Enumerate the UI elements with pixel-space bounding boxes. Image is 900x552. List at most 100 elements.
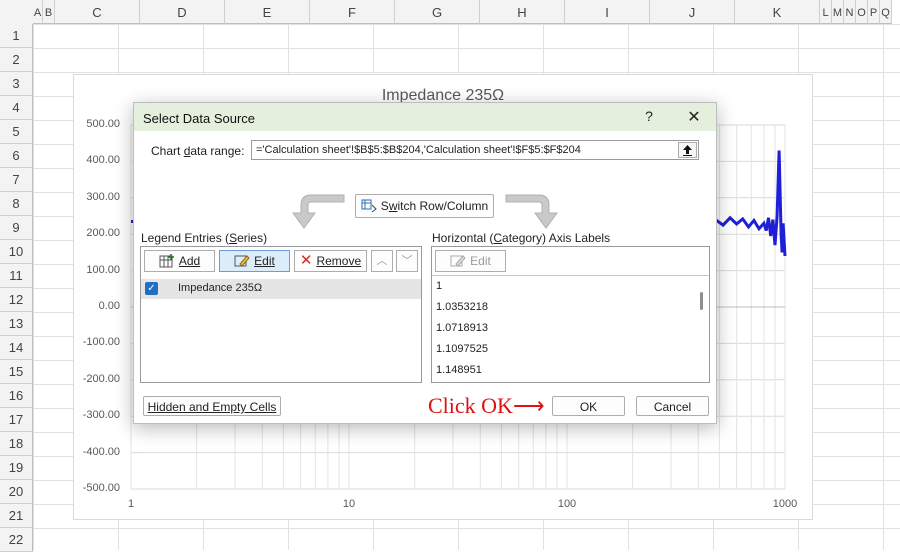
column-header-n[interactable]: N xyxy=(844,0,856,24)
row-header-19[interactable]: 19 xyxy=(0,456,33,480)
add-series-button[interactable]: Add xyxy=(144,250,215,272)
add-table-icon xyxy=(159,254,174,268)
chart-data-range-label: Chart data range: xyxy=(151,144,244,158)
right-curved-arrow-icon xyxy=(505,194,558,229)
category-item[interactable]: 1.1097525 xyxy=(436,343,488,355)
y-tick-label: -100.00 xyxy=(82,336,120,349)
row-header-1[interactable]: 1 xyxy=(0,24,33,48)
column-header-k[interactable]: K xyxy=(735,0,820,24)
series-list-item[interactable]: ✓ Impedance 235Ω xyxy=(141,279,421,299)
click-ok-annotation: Click OK⟶ xyxy=(428,393,545,418)
y-tick-label: -200.00 xyxy=(82,372,120,385)
column-header-f[interactable]: F xyxy=(310,0,395,24)
series-checkbox[interactable]: ✓ xyxy=(145,282,158,295)
column-header-i[interactable]: I xyxy=(565,0,650,24)
add-label: Add xyxy=(178,254,201,268)
row-header-8[interactable]: 8 xyxy=(0,192,33,216)
row-header-5[interactable]: 5 xyxy=(0,120,33,144)
edit-pencil-icon xyxy=(234,255,250,267)
category-item[interactable]: 1 xyxy=(436,280,442,292)
remove-x-icon: ✕ xyxy=(299,252,313,269)
x-tick-label: 1000 xyxy=(772,498,798,510)
chart-range-label-rest: ata range: xyxy=(190,144,245,158)
row-header-3[interactable]: 3 xyxy=(0,72,33,96)
y-tick-label: -400.00 xyxy=(82,445,120,458)
y-tick-label: 500.00 xyxy=(86,118,120,130)
category-divider xyxy=(432,275,709,276)
row-header-18[interactable]: 18 xyxy=(0,432,33,456)
row-header-2[interactable]: 2 xyxy=(0,48,33,72)
dialog-titlebar[interactable]: Select Data Source ? ✕ xyxy=(134,103,716,131)
remove-series-button[interactable]: ✕ Remove xyxy=(294,250,367,272)
chart-range-label-text: Chart xyxy=(151,144,184,158)
x-tick-label: 1 xyxy=(127,498,135,510)
move-up-button[interactable]: ︿ xyxy=(371,250,393,272)
column-header-p[interactable]: P xyxy=(868,0,880,24)
switch-icon xyxy=(361,199,377,213)
collapse-dialog-button[interactable] xyxy=(678,142,697,158)
series-label: Impedance 235Ω xyxy=(178,282,263,294)
column-header-o[interactable]: O xyxy=(856,0,868,24)
row-header-15[interactable]: 15 xyxy=(0,360,33,384)
y-tick-label: -300.00 xyxy=(82,409,120,422)
column-header-a[interactable]: A xyxy=(33,0,43,24)
row-header-4[interactable]: 4 xyxy=(0,96,33,120)
y-tick-label: 300.00 xyxy=(86,190,120,203)
category-item[interactable]: 1.148951 xyxy=(436,364,482,376)
column-header-h[interactable]: H xyxy=(480,0,565,24)
y-tick-label: 100.00 xyxy=(86,263,120,276)
edit-series-button[interactable]: Edit xyxy=(219,250,290,272)
category-scrollbar-thumb[interactable] xyxy=(700,292,703,310)
remove-label: Remove xyxy=(316,254,362,268)
row-header-22[interactable]: 22 xyxy=(0,528,33,552)
switch-label: Switch Row/Column xyxy=(380,199,489,213)
row-header-11[interactable]: 11 xyxy=(0,264,33,288)
move-down-button[interactable]: ﹀ xyxy=(396,250,418,272)
row-header-13[interactable]: 13 xyxy=(0,312,33,336)
row-header-17[interactable]: 17 xyxy=(0,408,33,432)
switch-row-column-button[interactable]: Switch Row/Column xyxy=(355,194,494,218)
column-header-q[interactable]: Q xyxy=(880,0,892,24)
legend-entries-title: Legend Entries (Series) xyxy=(141,231,268,245)
chevron-down-icon: ﹀ xyxy=(401,255,413,267)
row-header-21[interactable]: 21 xyxy=(0,504,33,528)
category-item[interactable]: 1.0718913 xyxy=(436,322,488,334)
ok-button[interactable]: OK xyxy=(552,396,625,416)
row-header-16[interactable]: 16 xyxy=(0,384,33,408)
upload-arrow-icon xyxy=(683,145,692,156)
y-tick-label: 400.00 xyxy=(86,154,120,167)
row-header-7[interactable]: 7 xyxy=(0,168,33,192)
axis-labels-title: Horizontal (Category) Axis Labels xyxy=(432,231,611,245)
row-header-6[interactable]: 6 xyxy=(0,144,33,168)
column-header-g[interactable]: G xyxy=(395,0,480,24)
row-header-14[interactable]: 14 xyxy=(0,336,33,360)
axis-edit-label: Edit xyxy=(470,254,491,268)
x-tick-label: 100 xyxy=(557,498,577,510)
column-header-b[interactable]: B xyxy=(43,0,55,24)
column-header-d[interactable]: D xyxy=(140,0,225,24)
select-data-source-dialog: Select Data Source ? ✕ Chart data range:… xyxy=(133,102,717,424)
help-icon[interactable]: ? xyxy=(639,108,659,128)
edit-pencil-icon xyxy=(450,255,466,267)
column-header-m[interactable]: M xyxy=(832,0,844,24)
close-icon[interactable]: ✕ xyxy=(682,107,706,127)
column-header-c[interactable]: C xyxy=(55,0,140,24)
row-header-9[interactable]: 9 xyxy=(0,216,33,240)
hidden-cells-label: Hidden and Empty Cells xyxy=(147,400,277,414)
row-header-20[interactable]: 20 xyxy=(0,480,33,504)
category-item[interactable]: 1.0353218 xyxy=(436,301,488,313)
hidden-empty-cells-button[interactable]: Hidden and Empty Cells xyxy=(143,396,281,416)
select-all-corner[interactable] xyxy=(0,0,34,25)
column-header-j[interactable]: J xyxy=(650,0,735,24)
row-header-10[interactable]: 10 xyxy=(0,240,33,264)
chart-data-range-input[interactable]: ='Calculation sheet'!$B$5:$B$204,'Calcul… xyxy=(251,140,699,160)
cancel-button[interactable]: Cancel xyxy=(636,396,709,416)
row-header-12[interactable]: 12 xyxy=(0,288,33,312)
column-header-e[interactable]: E xyxy=(225,0,310,24)
chevron-up-icon: ︿ xyxy=(376,255,388,267)
y-tick-label: 200.00 xyxy=(86,227,120,240)
x-tick-label: 10 xyxy=(342,498,356,510)
legend-entries-panel: Add Edit ✕ Remove ︿ ﹀ ✓ Impedance 235Ω xyxy=(140,246,422,383)
axis-edit-button[interactable]: Edit xyxy=(435,250,506,272)
column-header-l[interactable]: L xyxy=(820,0,832,24)
